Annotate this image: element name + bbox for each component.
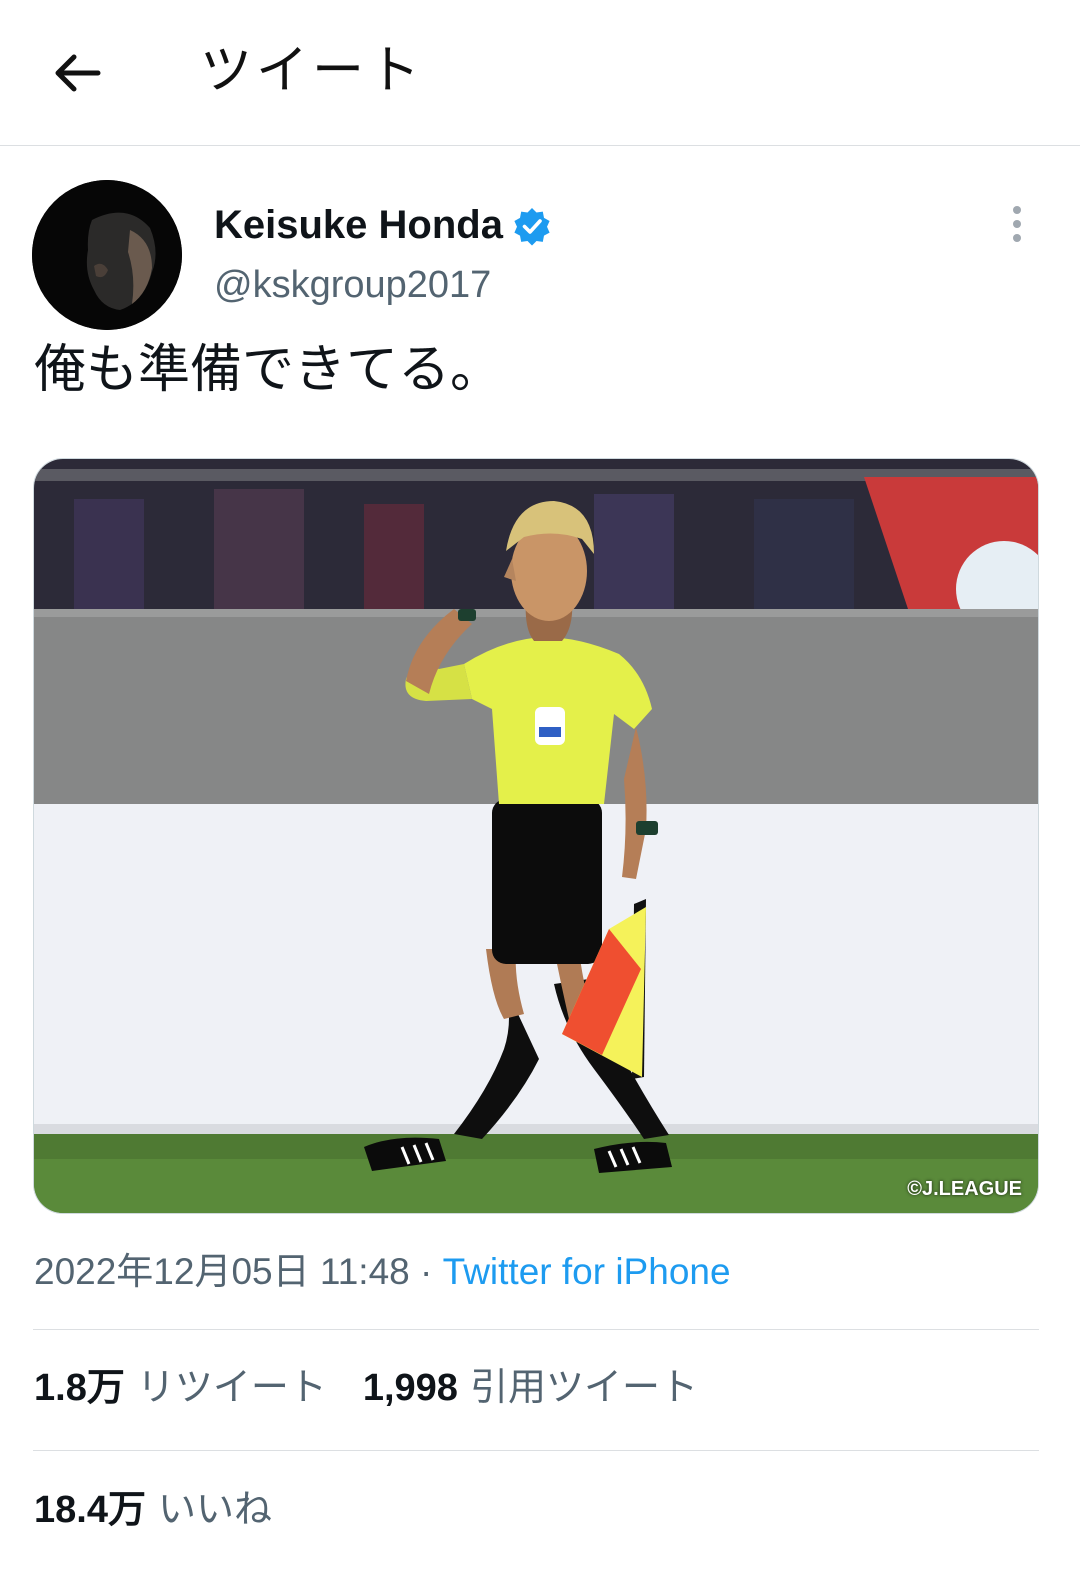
timestamp[interactable]: 2022年12月05日 11:48 bbox=[34, 1251, 410, 1292]
verified-badge-icon bbox=[514, 208, 550, 246]
page-title: ツイート bbox=[200, 41, 425, 101]
retweets-count: 1.8万 bbox=[34, 1367, 125, 1409]
user-handle[interactable]: @kskgroup2017 bbox=[214, 260, 491, 310]
retweets-label: リツイート bbox=[136, 1367, 327, 1409]
more-dot bbox=[1013, 220, 1021, 228]
likes-stat[interactable]: 18.4万 いいね bbox=[34, 1489, 272, 1531]
tweet-metadata: 2022年12月05日 11:48 · Twitter for iPhone bbox=[34, 1246, 731, 1298]
quotes-label: 引用ツイート bbox=[469, 1367, 698, 1409]
retweets-stat[interactable]: 1.8万 リツイート bbox=[34, 1367, 327, 1409]
more-dot bbox=[1013, 206, 1021, 214]
top-bar: ツイート bbox=[0, 0, 1080, 146]
divider bbox=[33, 1450, 1039, 1451]
meta-separator: · bbox=[420, 1251, 433, 1292]
divider bbox=[33, 1329, 1039, 1330]
tweet-text: 俺も準備できてる。 bbox=[34, 340, 503, 400]
avatar[interactable] bbox=[32, 180, 182, 330]
likes-stats-row: 18.4万 いいね bbox=[34, 1482, 272, 1538]
likes-label: いいね bbox=[157, 1489, 272, 1531]
likes-count: 18.4万 bbox=[34, 1489, 146, 1531]
back-button[interactable] bbox=[44, 40, 110, 106]
more-options-button[interactable] bbox=[1000, 200, 1034, 248]
display-name[interactable]: Keisuke Honda bbox=[214, 200, 503, 250]
source-link[interactable]: Twitter for iPhone bbox=[443, 1251, 731, 1292]
profile-photo bbox=[32, 180, 182, 330]
referee-photo bbox=[34, 459, 1038, 1213]
quotes-count: 1,998 bbox=[362, 1367, 458, 1409]
arrow-left-icon bbox=[55, 54, 101, 92]
quotes-stat[interactable]: 1,998 引用ツイート bbox=[363, 1367, 698, 1409]
media-watermark: ©J.LEAGUE bbox=[907, 1178, 1022, 1200]
more-dot bbox=[1013, 234, 1021, 242]
tweet-media-image[interactable]: ©J.LEAGUE bbox=[33, 458, 1039, 1214]
engagement-stats-row: 1.8万 リツイート 1,998 引用ツイート bbox=[34, 1360, 698, 1416]
